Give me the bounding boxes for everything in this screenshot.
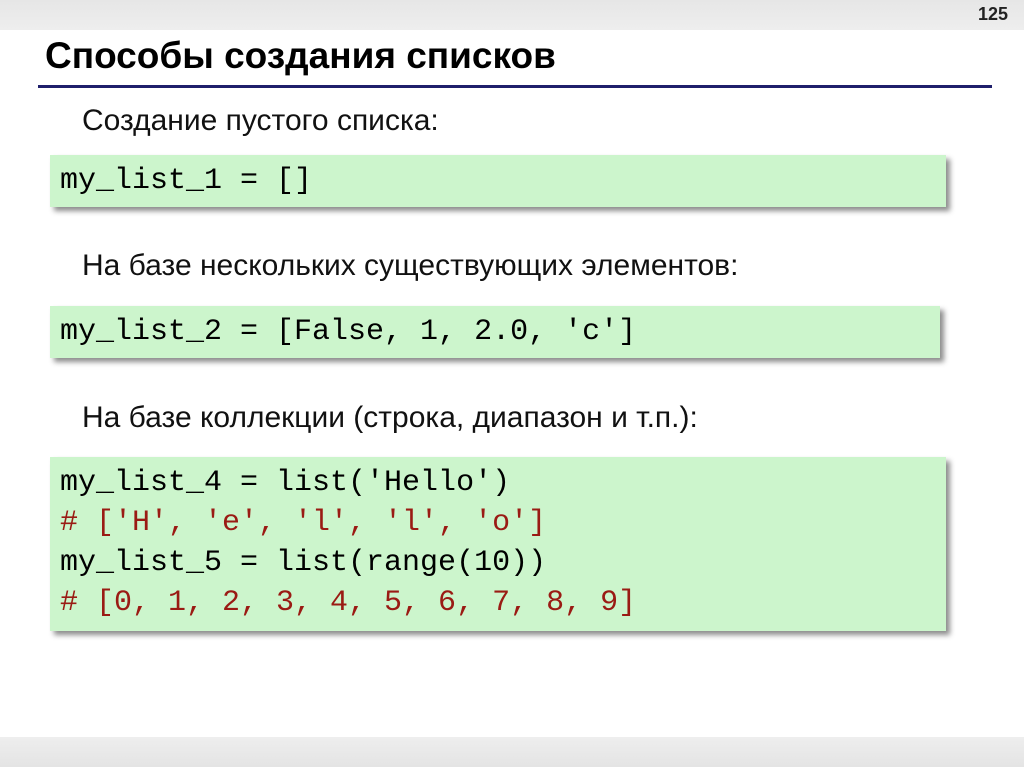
code-line: my_list_4 = list('Hello') — [60, 466, 511, 500]
slide: 125 Способы создания списков Создание пу… — [0, 0, 1024, 767]
page-number: 125 — [977, 4, 1008, 24]
title-underline — [38, 85, 992, 88]
section-label-empty-list: Создание пустого списка: — [82, 104, 439, 137]
code-line: my_list_1 = [] — [60, 164, 313, 198]
code-block-from-collection: my_list_4 = list('Hello') # ['H', 'e', '… — [50, 457, 946, 631]
section-label-from-collection: На базе коллекции (строка, диапазон и т.… — [82, 401, 698, 434]
code-comment-line: # ['H', 'e', 'l', 'l', 'o'] — [60, 506, 547, 540]
code-line: my_list_5 = list(range(10)) — [60, 546, 547, 580]
top-band — [0, 0, 1024, 30]
code-line: my_list_2 = [False, 1, 2.0, 'c'] — [60, 315, 637, 349]
code-block-from-elements: my_list_2 = [False, 1, 2.0, 'c'] — [50, 306, 940, 358]
bottom-band — [0, 737, 1024, 767]
section-label-from-elements: На базе нескольких существующих элементо… — [82, 249, 739, 282]
slide-title: Способы создания списков — [45, 35, 556, 76]
code-comment-line: # [0, 1, 2, 3, 4, 5, 6, 7, 8, 9] — [60, 586, 637, 620]
code-block-empty-list: my_list_1 = [] — [50, 155, 946, 207]
